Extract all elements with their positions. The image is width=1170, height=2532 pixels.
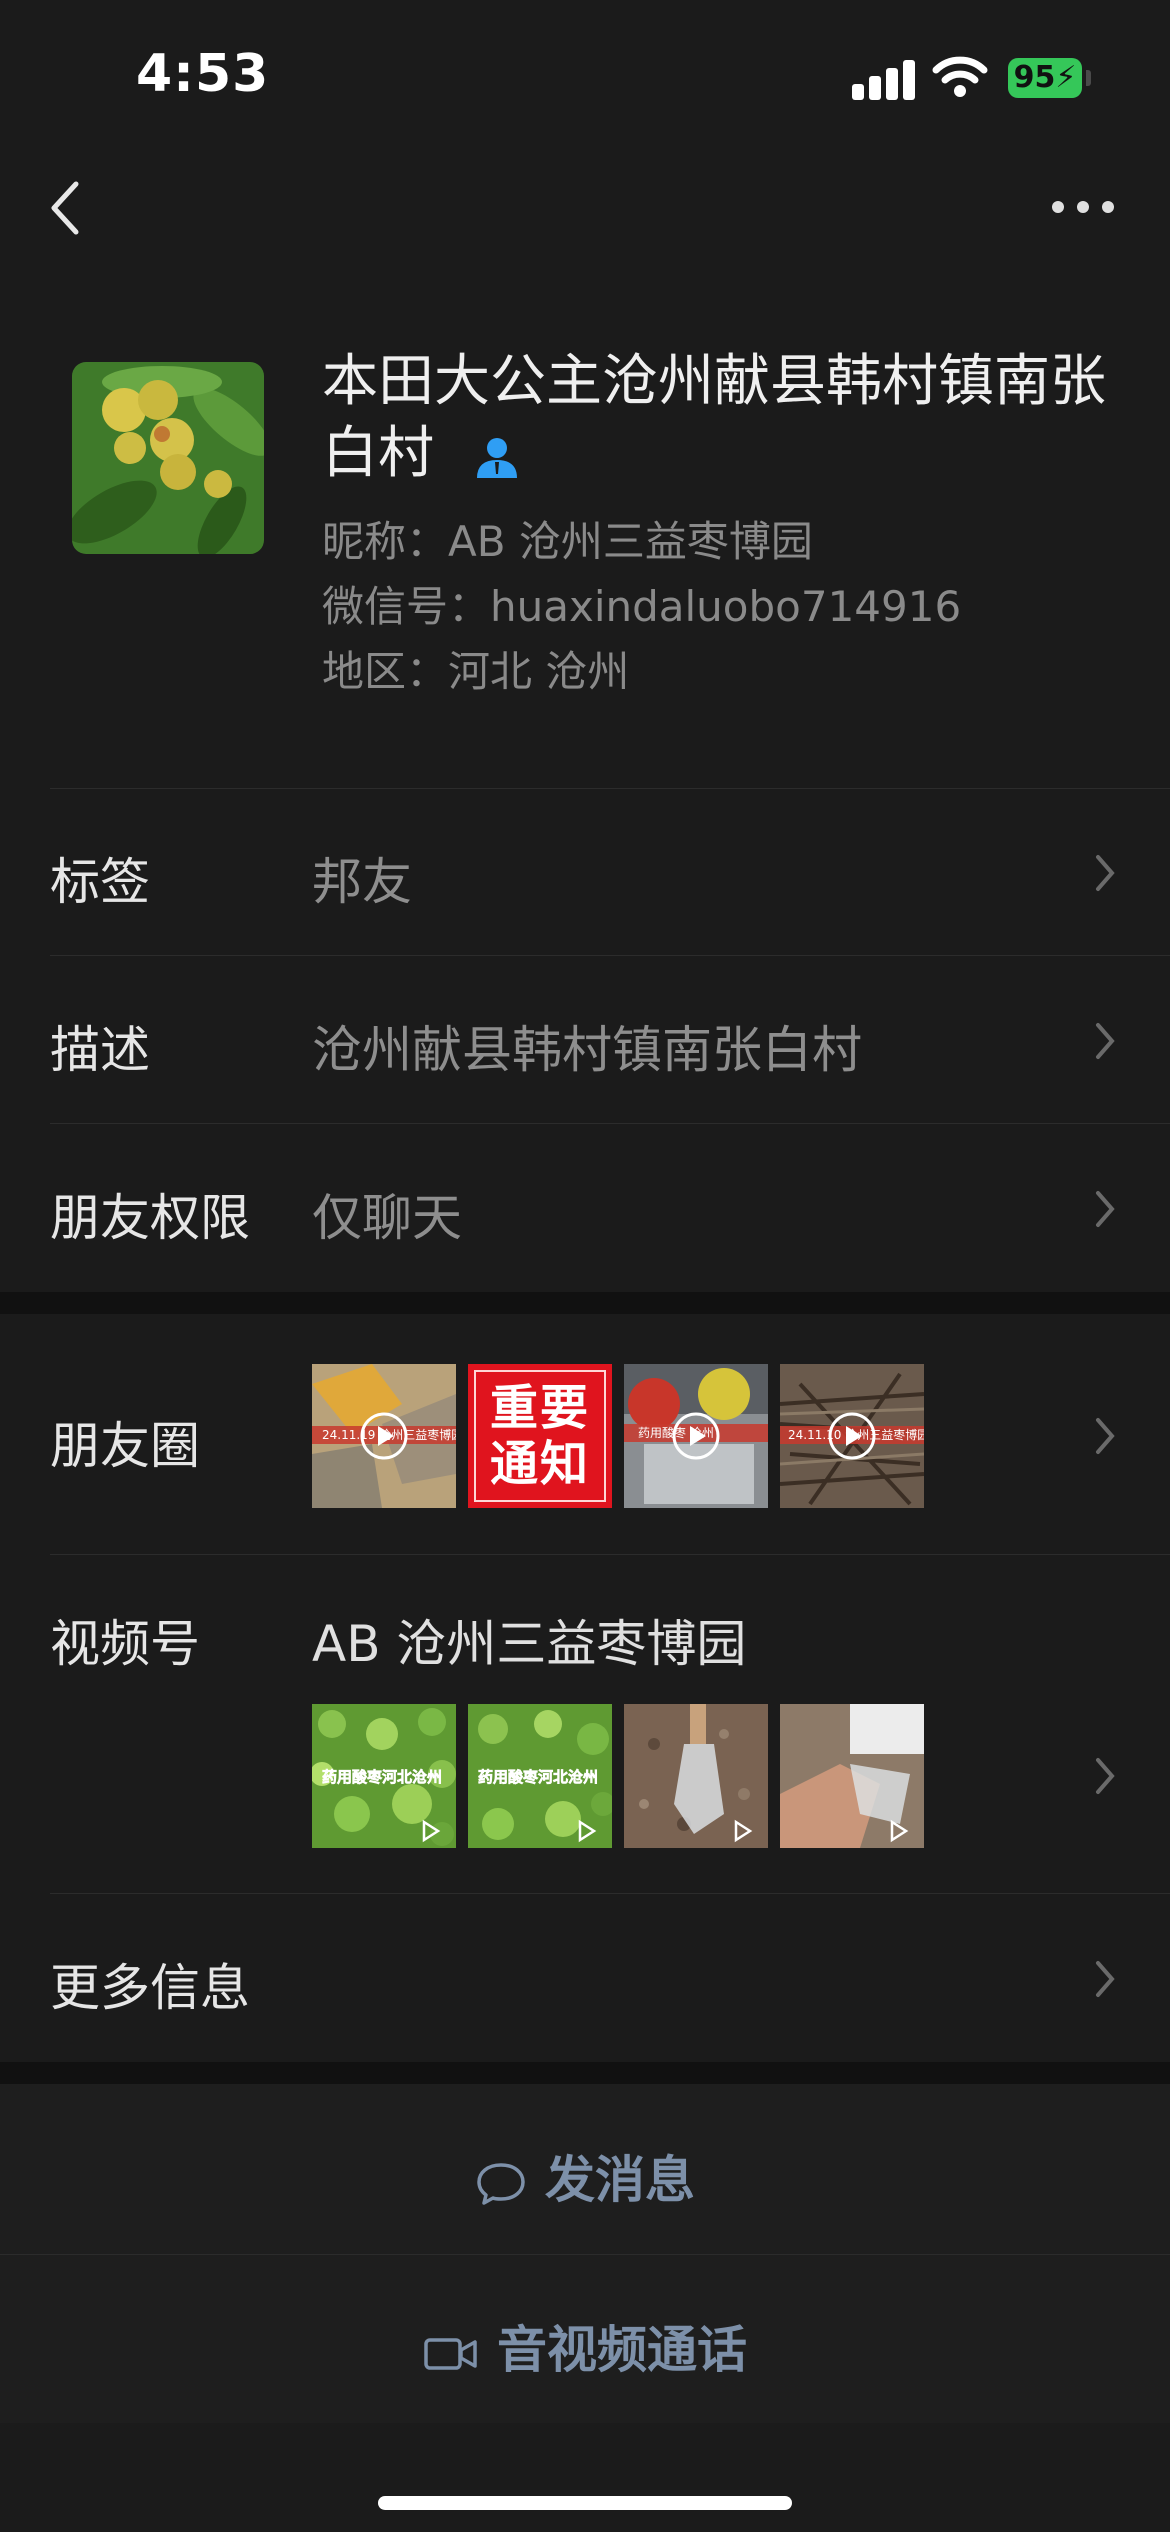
row-channels-label: 视频号 [50,1615,200,1673]
channel-name: AB 沧州三益枣博园 [312,1615,747,1673]
battery-level: 95 [1013,60,1056,95]
divider [50,1554,1170,1555]
cellular-signal-icon [852,56,915,100]
video-camera-icon [424,2337,477,2370]
row-description-label: 描述 [50,1021,150,1079]
moments-thumbnail[interactable]: 24.11.10 沧州三益枣博园 [780,1364,924,1508]
nickname: 昵称：AB 沧州三益枣博园 [322,517,813,566]
chevron-right-icon [1096,1023,1115,1059]
row-tags[interactable] [0,790,1170,956]
row-description-value: 沧州献县韩村镇南张白村 [312,1021,862,1079]
row-tags-label: 标签 [50,853,150,911]
chevron-right-icon [1096,855,1115,891]
profile-name-text: 本田大公主沧州献县韩村镇南张白村 [322,349,1106,486]
chevron-right-icon [1096,1758,1115,1794]
video-call-label-row: 音视频通话 [0,2310,1170,2382]
battery-tip [1086,70,1091,86]
region: 地区：河北 沧州 [322,647,630,696]
avatar-jujube-image [72,362,264,554]
profile-name: 本田大公主沧州献县韩村镇南张白村 [322,346,1122,490]
verified-user-icon [476,437,517,478]
channel-thumb-caption: 药用酸枣河北沧州 [322,1768,442,1786]
section-separator [0,2062,1170,2084]
divider [50,1893,1170,1894]
chevron-right-icon [1096,1418,1115,1454]
row-more-info-label: 更多信息 [50,1959,250,2017]
battery-indicator: 95⚡ [1008,58,1082,98]
channel-video-thumbnail[interactable]: 药用酸枣河北沧州 [312,1704,456,1848]
divider [50,1123,1170,1124]
chevron-right-icon [1096,1191,1115,1227]
moments-thumbnail-notice[interactable]: 重要通知 [468,1364,612,1508]
divider [50,788,1170,789]
home-indicator [378,2496,792,2510]
channel-video-thumbnail[interactable]: 药用酸枣河北沧州 [468,1704,612,1848]
channel-video-thumbnail[interactable] [780,1704,924,1848]
moments-thumb-caption-notice: 重要通知 [489,1380,590,1492]
video-call-label: 音视频通话 [497,2321,747,2379]
chevron-right-icon [1096,1961,1115,1997]
row-moments-label: 朋友圈 [50,1417,200,1475]
channel-video-thumbnail[interactable] [624,1704,768,1848]
send-message-label-row: 发消息 [0,2140,1170,2212]
row-permissions-label: 朋友权限 [50,1189,250,1247]
moments-thumbnail[interactable]: 药用酸枣 沧州 [624,1364,768,1508]
status-time: 4:53 [136,44,270,104]
avatar[interactable] [72,362,264,554]
section-separator [0,1292,1170,1314]
moments-thumbnail[interactable]: 24.11.19 沧州三益枣博园 [312,1364,456,1508]
wechat-id: 微信号：huaxindaluobo714916 [322,582,962,631]
chat-bubble-icon [477,2162,525,2205]
send-message-label: 发消息 [545,2151,695,2209]
row-tags-value: 邦友 [312,853,412,911]
more-icon[interactable] [1052,196,1114,218]
row-permissions-value: 仅聊天 [312,1189,462,1247]
back-icon[interactable] [44,178,88,238]
wifi-icon [932,56,988,97]
divider [50,955,1170,956]
channel-thumb-caption: 药用酸枣河北沧州 [478,1768,598,1786]
